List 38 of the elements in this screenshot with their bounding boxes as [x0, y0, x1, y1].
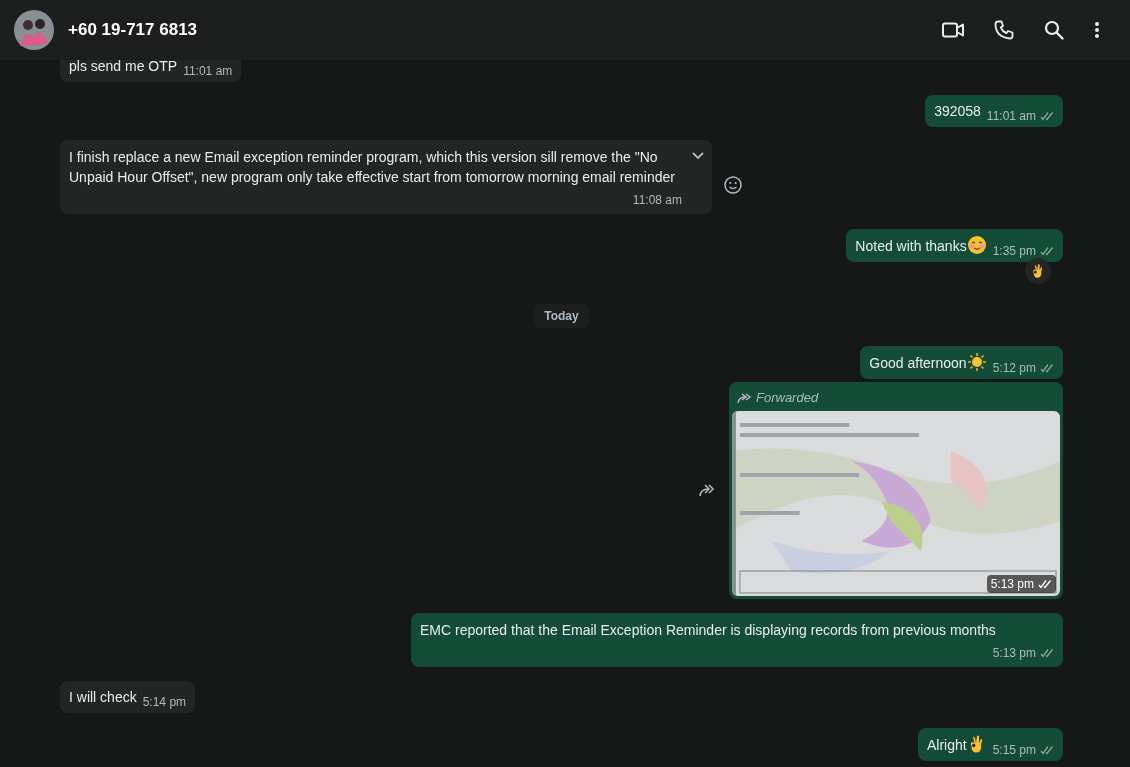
- message-bubble[interactable]: pls send me OTP 11:01 am: [60, 60, 242, 82]
- timestamp: 5:14 pm: [142, 693, 187, 711]
- phone-icon[interactable]: [994, 20, 1014, 40]
- message-bubble[interactable]: Alright 5:15 pm: [917, 727, 1063, 761]
- reaction-badge[interactable]: [1025, 258, 1051, 284]
- message-text: Good afternoon: [869, 352, 987, 373]
- avatar[interactable]: [14, 10, 54, 50]
- timestamp: 1:35 pm: [992, 242, 1054, 260]
- timestamp: 5:13 pm: [992, 643, 1054, 662]
- emoji-icon[interactable]: [724, 176, 742, 194]
- timestamp: 5:15 pm: [992, 740, 1054, 759]
- forward-icon: [737, 391, 753, 404]
- message-bubble[interactable]: I will check 5:14 pm: [60, 680, 196, 713]
- message-text: I will check: [69, 687, 137, 707]
- menu-icon[interactable]: [1094, 21, 1100, 39]
- message-bubble[interactable]: Good afternoon 5:12 pm: [860, 346, 1063, 379]
- message-text: pls send me OTP: [69, 60, 178, 76]
- timestamp: 5:12 pm: [992, 359, 1054, 377]
- message-bubble[interactable]: EMC reported that the Email Exception Reminder is displaying records from previous months 5:13 pm: [411, 612, 1063, 667]
- timestamp: 11:01 am: [183, 63, 233, 80]
- message-text: EMC reported that the Email Exception Reminder is displaying records from previous months: [420, 620, 997, 640]
- message-text: I finish replace a new Email exception reminder program, which this version sill remove the "No Unpaid Hour Offset", new program only take effective start from tomorrow morning email reminder: [69, 148, 676, 187]
- timestamp: 11:01 am: [986, 107, 1054, 125]
- chevron-down-icon[interactable]: [692, 152, 704, 160]
- message-text: Noted with thanks: [855, 235, 987, 256]
- image-message-bubble[interactable]: Forwarded 5:13 pm: [729, 382, 1063, 599]
- video-call-icon[interactable]: [942, 22, 964, 38]
- forwarded-label: Forwarded: [756, 389, 819, 407]
- search-icon[interactable]: [1044, 20, 1064, 40]
- message-bubble[interactable]: I finish replace a new Email exception reminder program, which this version sill remove the "No Unpaid Hour Offset", new program only take effective start from tomorrow morning email reminder 11:08 am: [60, 140, 712, 214]
- message-bubble[interactable]: 392058 11:01 am: [925, 95, 1063, 127]
- message-text: Alright: [926, 733, 987, 755]
- message-text: 392058: [934, 102, 981, 121]
- contact-name[interactable]: +60 19-717 6813: [68, 17, 198, 43]
- timestamp: 5:13 pm: [986, 574, 1056, 593]
- message-bubble[interactable]: Noted with thanks 1:35 pm: [846, 229, 1063, 262]
- forward-icon[interactable]: [699, 483, 717, 498]
- timestamp: 11:08 am: [632, 192, 682, 209]
